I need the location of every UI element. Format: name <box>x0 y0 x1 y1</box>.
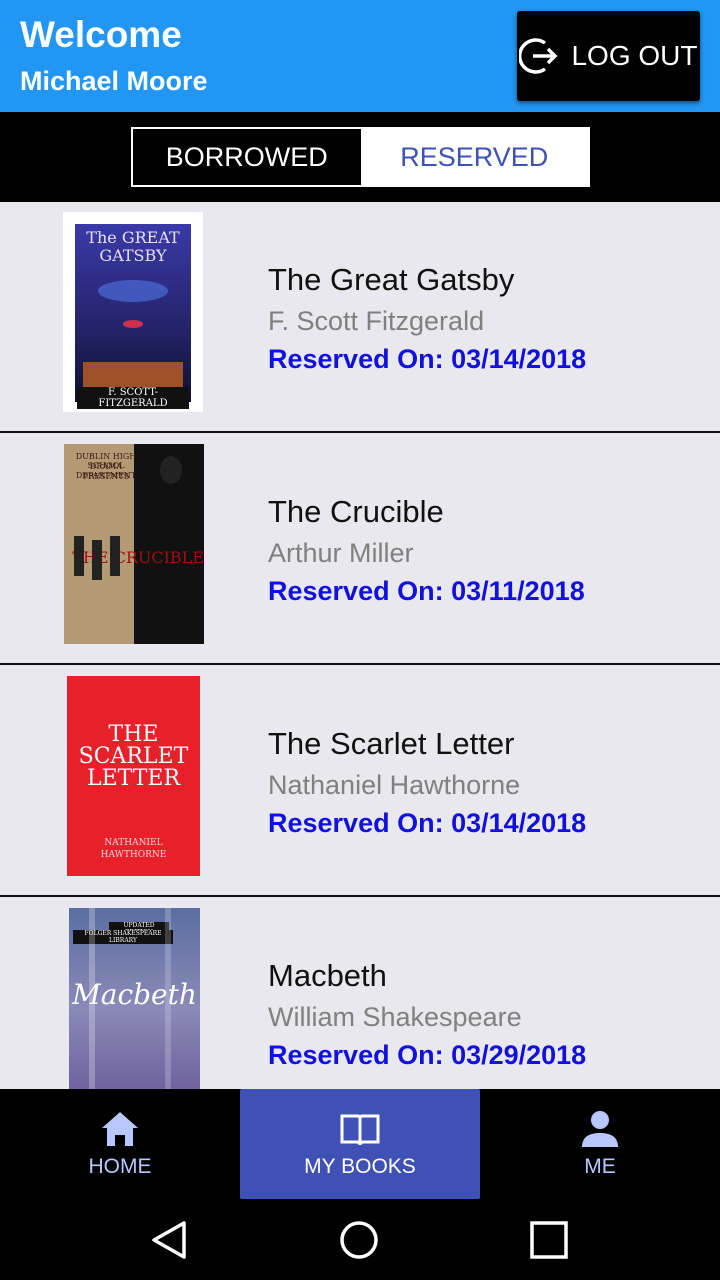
system-navigation-bar <box>0 1200 720 1280</box>
welcome-title: Welcome <box>20 14 182 55</box>
logout-button[interactable]: LOG OUT <box>517 11 700 101</box>
person-icon <box>582 1111 618 1147</box>
book-title: The Crucible <box>268 494 444 529</box>
tab-reserved[interactable]: RESERVED <box>360 129 588 185</box>
home-icon <box>102 1112 138 1146</box>
list-item[interactable]: THE SCARLET LETTER NATHANIEL HAWTHORNE T… <box>0 666 720 897</box>
bottom-navigation: HOME MY BOOKS ME <box>0 1089 720 1200</box>
logout-icon <box>519 38 558 74</box>
back-icon[interactable] <box>150 1220 190 1260</box>
nav-my-books-label: MY BOOKS <box>304 1155 416 1178</box>
nav-me-label: ME <box>584 1155 616 1178</box>
book-author: Arthur Miller <box>268 538 414 568</box>
book-author: F. Scott Fitzgerald <box>268 306 485 336</box>
reserved-date: Reserved On: 03/29/2018 <box>268 1040 587 1070</box>
book-list[interactable]: The GREAT GATSBY F. SCOTT-FITZGERALD The… <box>0 202 720 1089</box>
book-cover: THE SCARLET LETTER NATHANIEL HAWTHORNE <box>67 676 200 876</box>
book-cover: UPDATED EDITION FOLGER SHAKESPEARE LIBRA… <box>69 908 200 1089</box>
book-cover: The GREAT GATSBY F. SCOTT-FITZGERALD <box>63 212 203 412</box>
list-item[interactable]: The GREAT GATSBY F. SCOTT-FITZGERALD The… <box>0 202 720 433</box>
segmented-control: BORROWED RESERVED <box>131 127 590 187</box>
book-author: Nathaniel Hawthorne <box>268 770 521 800</box>
nav-my-books[interactable]: MY BOOKS <box>240 1089 480 1199</box>
tab-borrowed[interactable]: BORROWED <box>133 129 361 185</box>
segment-bar: BORROWED RESERVED <box>0 112 720 202</box>
user-name: Michael Moore <box>20 66 208 96</box>
nav-me[interactable]: ME <box>480 1089 720 1199</box>
recents-icon[interactable] <box>529 1220 569 1260</box>
app-header: Welcome Michael Moore LOG OUT <box>0 0 720 112</box>
reserved-date: Reserved On: 03/14/2018 <box>268 344 587 374</box>
nav-home[interactable]: HOME <box>0 1089 240 1199</box>
list-item[interactable]: DUBLIN HIGH SCHOOL DRAMA DEPARTMENT PRES… <box>0 434 720 665</box>
book-cover: DUBLIN HIGH SCHOOL DRAMA DEPARTMENT PRES… <box>64 444 204 644</box>
reserved-date: Reserved On: 03/11/2018 <box>268 576 585 606</box>
book-icon <box>340 1114 380 1146</box>
nav-home-label: HOME <box>88 1155 152 1178</box>
book-author: William Shakespeare <box>268 1002 522 1032</box>
book-title: Macbeth <box>268 958 387 993</box>
list-item[interactable]: UPDATED EDITION FOLGER SHAKESPEARE LIBRA… <box>0 898 720 1089</box>
book-title: The Great Gatsby <box>268 262 515 297</box>
home-circle-icon[interactable] <box>339 1220 379 1260</box>
logout-label: LOG OUT <box>571 40 698 71</box>
book-title: The Scarlet Letter <box>268 726 515 761</box>
reserved-date: Reserved On: 03/14/2018 <box>268 808 587 838</box>
